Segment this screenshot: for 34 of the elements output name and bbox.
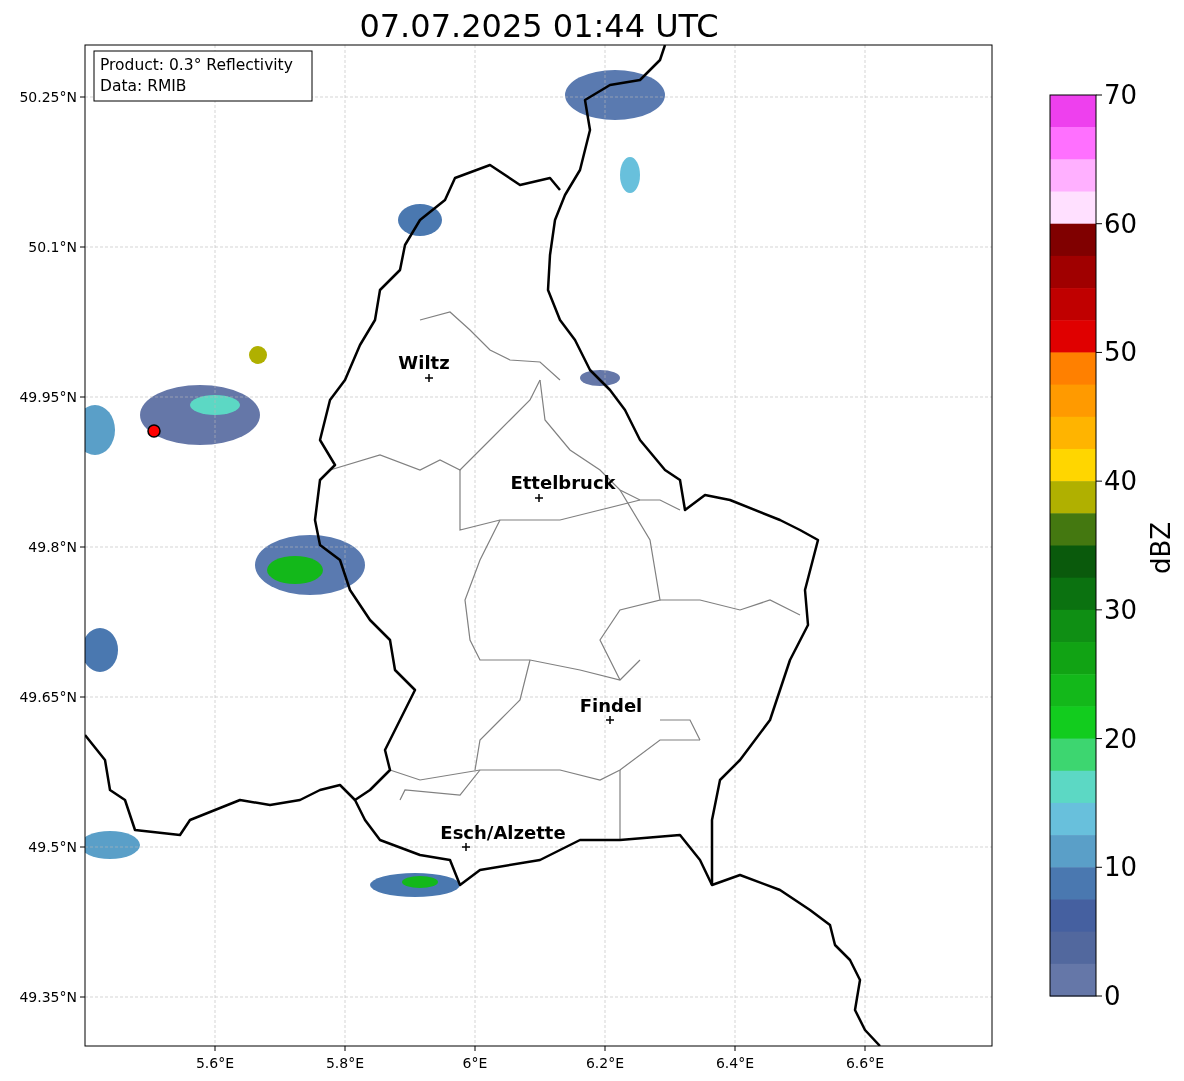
city-label: Ettelbruck (510, 472, 616, 493)
latitude-label: 49.95°N (19, 389, 77, 405)
longitude-label: 6.6°E (845, 1055, 885, 1071)
colorbar-tick-label: 0 (1104, 981, 1121, 1011)
longitude-label: 6.4°E (715, 1055, 755, 1071)
latitude-label: 49.65°N (19, 689, 77, 705)
longitude-label: 5.8°E (325, 1055, 365, 1071)
city-marker-icon (534, 493, 544, 503)
chart-title: 07.07.2025 01:44 UTC (359, 7, 719, 45)
latitude-label: 49.5°N (28, 839, 77, 855)
colorbar-tick-label: 70 (1104, 80, 1138, 110)
latitude-label: 49.8°N (28, 539, 77, 555)
latitude-label: 49.35°N (19, 989, 77, 1005)
latitude-label: 50.1°N (28, 239, 77, 255)
info-text: Data: RMIB (100, 77, 187, 95)
longitude-label: 6°E (462, 1055, 488, 1071)
colorbar-tick-label: 50 (1104, 337, 1138, 368)
info-text: Product: 0.3° Reflectivity (100, 56, 293, 74)
radar-site-marker (147, 424, 161, 438)
city-label: Wiltz (398, 352, 450, 373)
city-marker-icon (461, 842, 471, 852)
colorbar-tick-label: 30 (1104, 594, 1138, 625)
colorbar-tick-label: 40 (1104, 466, 1138, 497)
colorbar-tick-label: 20 (1104, 723, 1138, 754)
longitude-label: 6.2°E (585, 1055, 625, 1071)
colorbar-tick-label: 10 (1104, 852, 1138, 883)
longitude-label: 5.6°E (195, 1055, 235, 1071)
city-marker-icon (424, 373, 434, 383)
latitude-label: 50.25°N (19, 89, 77, 105)
colorbar-tick-label: 60 (1104, 208, 1138, 239)
city-label: Findel (579, 695, 643, 716)
colorbar-label: dBZ (1146, 521, 1176, 575)
city-marker-icon (605, 715, 615, 725)
city-label: Esch/Alzette (440, 822, 566, 843)
